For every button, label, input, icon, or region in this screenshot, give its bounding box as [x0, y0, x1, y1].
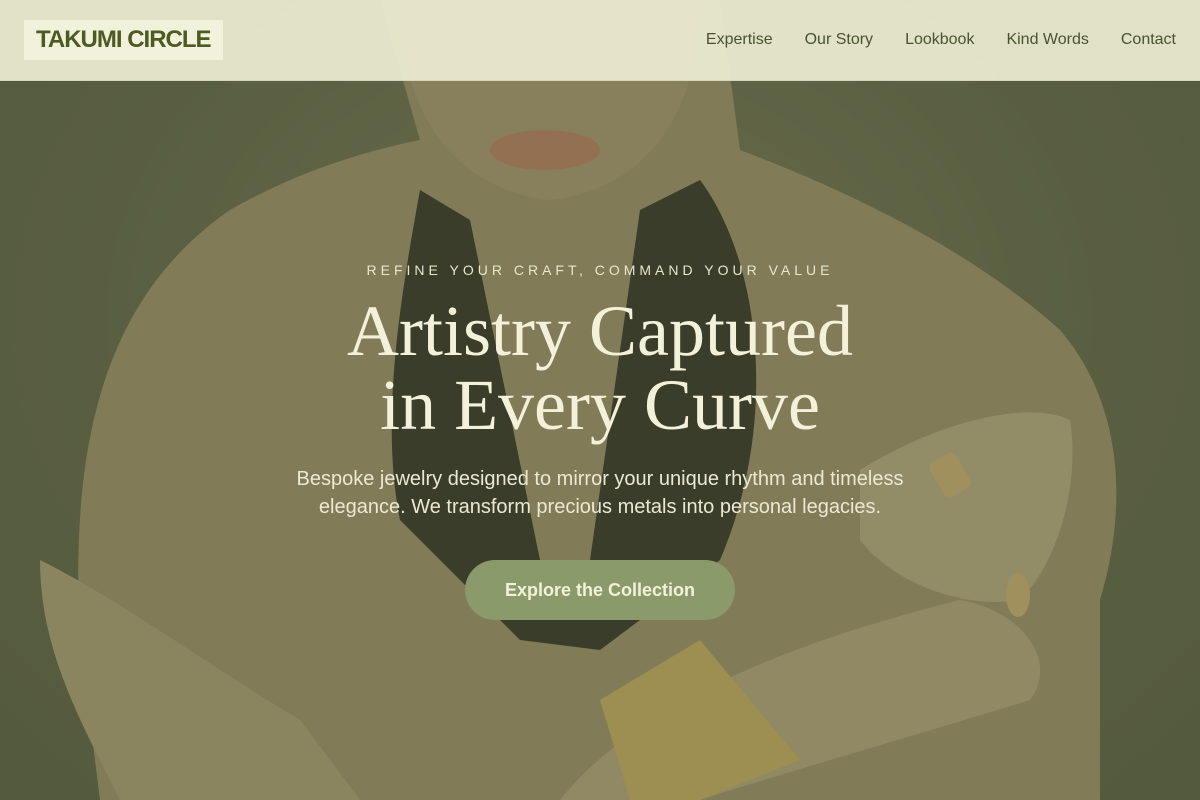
- hero-headline-line1: Artistry Captured: [347, 291, 853, 371]
- hero-headline-line2: in Every Curve: [380, 365, 820, 445]
- hero-subtext: Bespoke jewelry designed to mirror your …: [296, 468, 904, 518]
- hero-section: REFINE YOUR CRAFT, COMMAND YOUR VALUE Ar…: [0, 0, 1200, 800]
- hero-eyebrow: REFINE YOUR CRAFT, COMMAND YOUR VALUE: [366, 262, 834, 278]
- explore-collection-button[interactable]: Explore the Collection: [465, 560, 735, 620]
- hero-headline: Artistry Captured in Every Curve: [0, 294, 1200, 442]
